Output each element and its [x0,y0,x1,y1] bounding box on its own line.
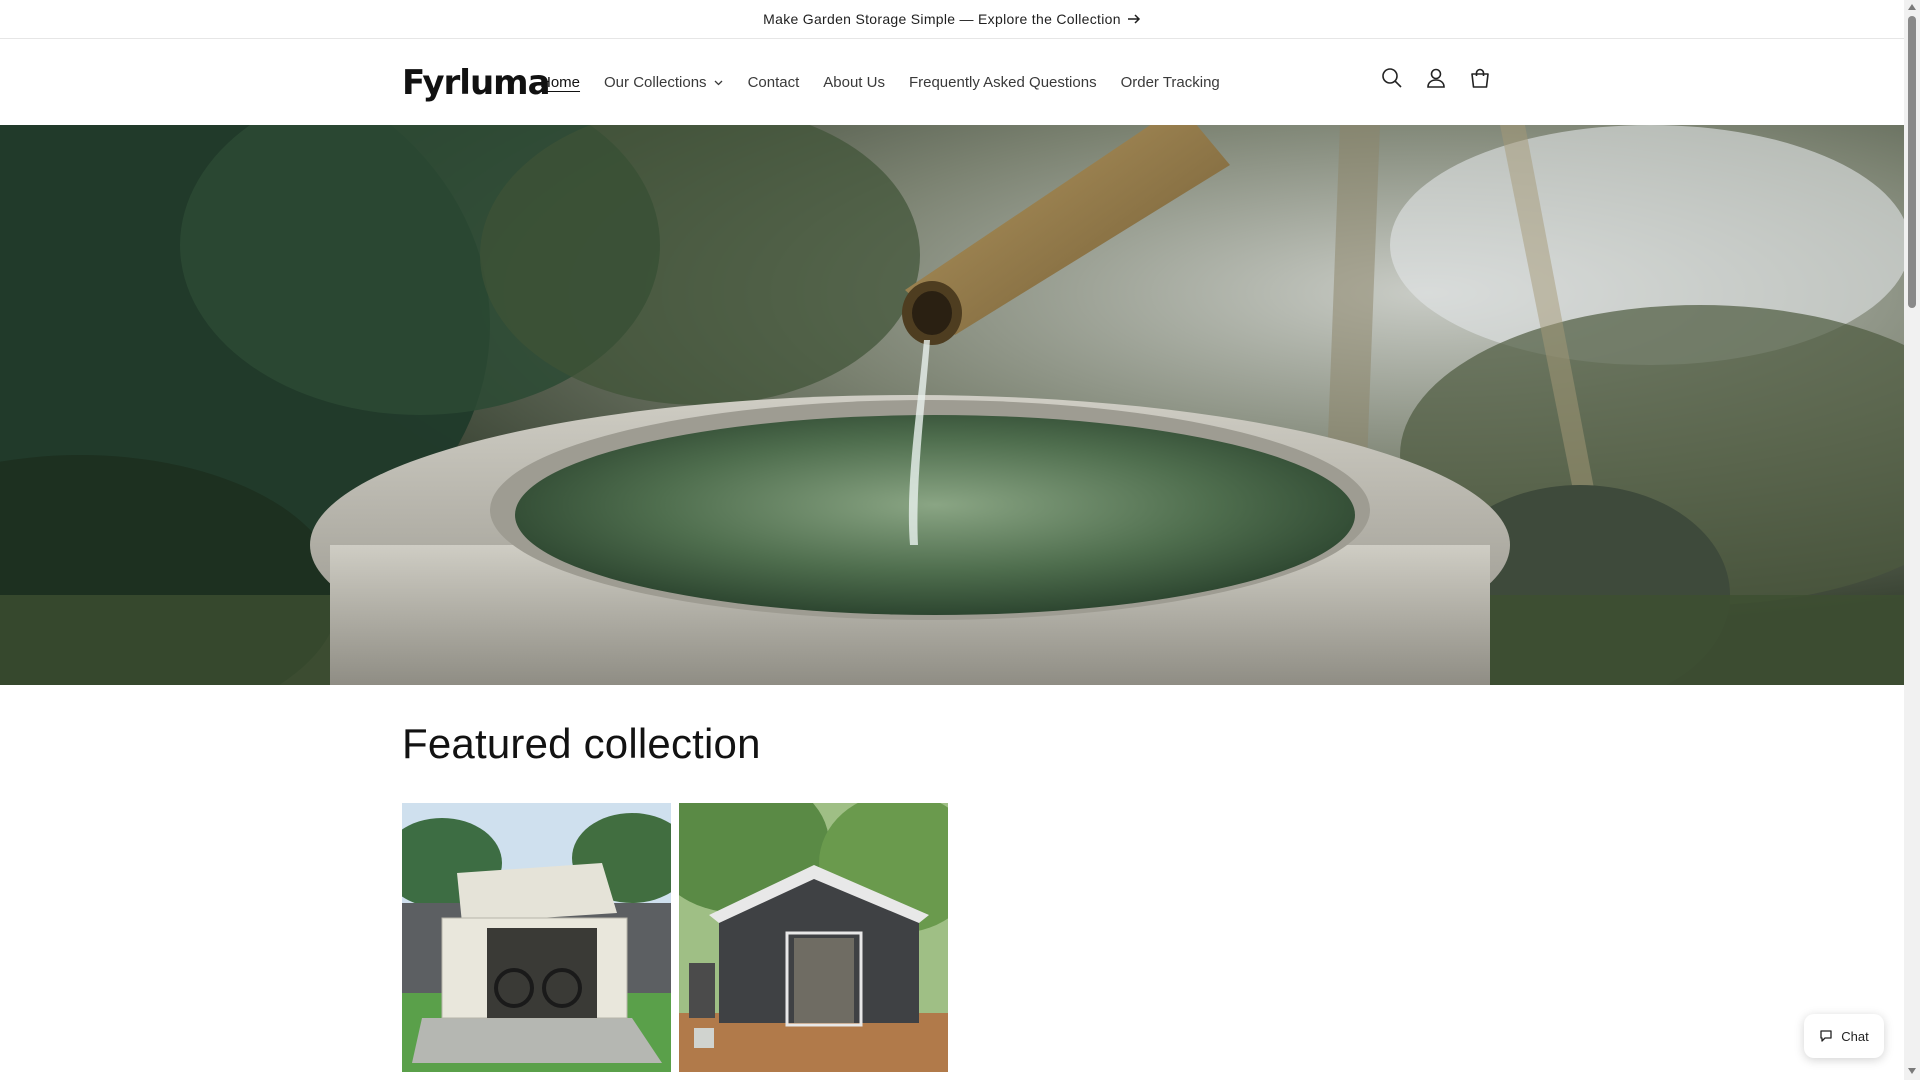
scroll-up-icon[interactable] [1908,4,1916,10]
announcement-link[interactable]: Make Garden Storage Simple — Explore the… [763,11,1141,27]
product-image-dark-shed [679,803,948,1072]
scroll-thumb[interactable] [1908,16,1916,308]
scroll-down-icon[interactable] [1908,1068,1916,1074]
nav-item-home[interactable]: Home [540,74,580,91]
main-nav: Home Our Collections Contact About Us Fr… [540,39,1220,125]
search-icon[interactable] [1380,66,1404,90]
header-icons [1380,66,1492,90]
nav-item-our-collections[interactable]: Our Collections [604,74,724,91]
nav-item-contact[interactable]: Contact [748,74,800,91]
nav-item-order-tracking[interactable]: Order Tracking [1121,74,1220,91]
arrow-right-icon [1127,14,1140,24]
account-icon[interactable] [1424,66,1448,90]
nav-item-faq[interactable]: Frequently Asked Questions [909,74,1097,91]
page-scrollbar[interactable] [1904,0,1920,1080]
hero-image [0,125,1904,685]
chevron-down-icon [714,80,723,85]
product-image-bike-shed [402,803,671,1072]
nav-item-about-us[interactable]: About Us [823,74,885,91]
chat-label: Chat [1841,1028,1869,1044]
announcement-bar: Make Garden Storage Simple — Explore the… [0,0,1904,39]
nav-label: Frequently Asked Questions [908,73,1097,91]
nav-label: About Us [823,73,885,91]
announcement-text: Make Garden Storage Simple — Explore the… [763,11,1121,27]
featured-collection-title: Featured collection [402,720,761,767]
site-header: Fyrluma Home Our Collections Contact Abo… [0,39,1904,126]
nav-label: Order Tracking [1120,73,1220,91]
nav-label: Our Collections [604,73,707,91]
chat-bubble-icon [1820,1030,1832,1042]
nav-label: Contact [747,73,800,91]
site-logo[interactable]: Fyrluma [402,63,551,103]
product-card[interactable] [402,803,671,1072]
nav-label: Home [540,73,581,91]
hero-banner [0,125,1904,685]
product-card[interactable] [679,803,948,1072]
cart-icon[interactable] [1468,66,1492,90]
chat-button[interactable]: Chat [1804,1014,1884,1058]
